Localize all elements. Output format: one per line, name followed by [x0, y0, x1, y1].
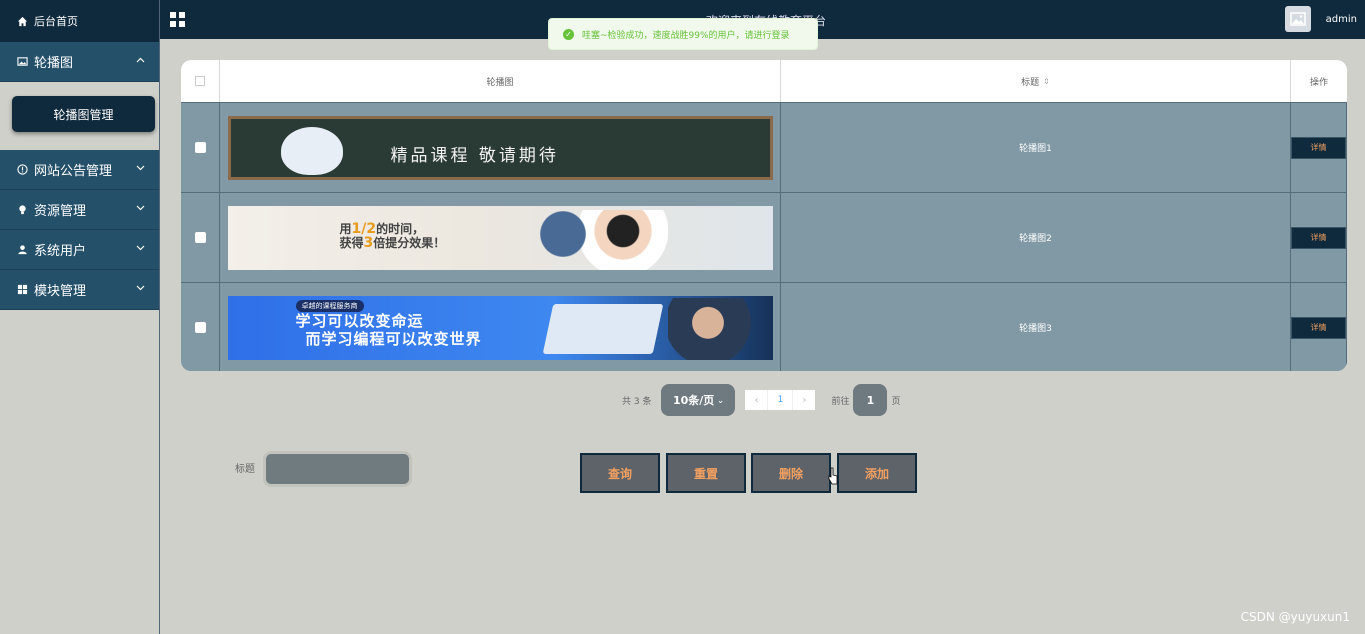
chevron-down-icon: ⌄ — [717, 395, 724, 405]
delete-button[interactable]: 删除 — [751, 453, 831, 493]
goto-label: 前往 — [831, 396, 850, 407]
sidebar: 后台首页 轮播图 轮播图管理 网站公告管理 资源管理 系统用户 模块管理 — [0, 0, 160, 634]
row-select-cell — [181, 103, 220, 192]
chevron-down-icon — [136, 204, 145, 214]
page-size-select[interactable]: 10条/页 ⌄ — [661, 384, 736, 416]
chevron-down-icon — [136, 284, 145, 294]
sidebar-item-home[interactable]: 后台首页 — [0, 0, 159, 42]
lightbulb-icon — [16, 204, 28, 216]
search-label: 标题 — [235, 464, 255, 475]
sidebar-item-resources[interactable]: 资源管理 — [0, 190, 159, 230]
banner-cell: 卓越的课程服务商 学习可以改变命运 而学习编程可以改变世界 — [220, 283, 781, 371]
page-suffix: 页 — [891, 396, 901, 407]
table-row: 卓越的课程服务商 学习可以改变命运 而学习编程可以改变世界 轮播图3 详情 — [181, 282, 1347, 371]
detail-button[interactable]: 详情 — [1291, 226, 1346, 249]
image-placeholder-icon — [1290, 12, 1306, 26]
title-cell: 轮播图2 — [781, 193, 1291, 282]
success-toast: ✓ 哇塞~检验成功，速度战胜99%的用户，请进行登录 — [548, 18, 818, 50]
sidebar-item-label: 资源管理 — [34, 204, 87, 219]
check-circle-icon: ✓ — [563, 28, 574, 40]
banner-text: 精品课程 敬请期待 — [390, 145, 559, 166]
table-row: 精品课程 敬请期待 轮播图1 详情 — [181, 102, 1347, 192]
sidebar-item-label: 后台首页 — [34, 15, 78, 28]
banner-cell: 精品课程 敬请期待 — [220, 103, 781, 192]
banner-illustration — [517, 209, 668, 270]
page-number-current[interactable]: 1 — [767, 390, 794, 410]
banner-image: 卓越的课程服务商 学习可以改变命运 而学习编程可以改变世界 — [227, 295, 773, 360]
page-size-value: 10条/页 — [672, 394, 715, 407]
action-cell: 详情 — [1291, 103, 1347, 192]
pagination: 共 3 条 10条/页 ⌄ ‹ 1 › 前往 1 页 — [622, 384, 900, 416]
sidebar-item-carousel[interactable]: 轮播图 — [0, 42, 159, 82]
reset-button[interactable]: 重置 — [666, 453, 746, 493]
chevron-down-icon — [136, 244, 145, 254]
sidebar-item-label: 网站公告管理 — [34, 164, 113, 179]
grid-icon — [16, 284, 28, 296]
banner-cell: 用1/2的时间， 获得3倍提分效果！ — [220, 193, 781, 282]
image-icon — [16, 56, 28, 68]
action-cell: 详情 — [1291, 193, 1347, 282]
chevron-down-icon — [136, 164, 145, 174]
row-checkbox[interactable] — [194, 142, 206, 153]
detail-button[interactable]: 详情 — [1291, 136, 1346, 159]
banner-image: 用1/2的时间， 获得3倍提分效果！ — [227, 205, 773, 270]
sidebar-item-announcement[interactable]: 网站公告管理 — [0, 150, 159, 190]
select-all-checkbox[interactable] — [195, 76, 205, 86]
header-title-label: 标题 — [1021, 77, 1040, 88]
watermark: CSDN @yuyuxun1 — [1240, 610, 1350, 624]
banner-text: 而学习编程可以改变世界 — [305, 329, 482, 348]
sidebar-subitem-carousel-manage[interactable]: 轮播图管理 — [12, 96, 155, 132]
table-row: 用1/2的时间， 获得3倍提分效果！ 轮播图2 详情 — [181, 192, 1347, 282]
banner-illustration — [280, 126, 343, 175]
header-carousel: 轮播图 — [220, 60, 781, 102]
hand-cursor-icon — [828, 467, 838, 485]
add-button[interactable]: 添加 — [837, 453, 917, 493]
table-header: 轮播图 标题 ⇕ 操作 — [181, 60, 1347, 102]
banner-illustration — [667, 297, 768, 360]
title-cell: 轮播图3 — [781, 283, 1291, 371]
total-count: 共 3 条 — [622, 396, 652, 407]
sidebar-item-label: 轮播图 — [34, 56, 74, 71]
sidebar-item-modules[interactable]: 模块管理 — [0, 270, 159, 310]
page-buttons: ‹ 1 › — [745, 390, 816, 410]
prev-page-button[interactable]: ‹ — [745, 390, 768, 410]
username[interactable]: admin — [1326, 14, 1357, 25]
row-select-cell — [181, 193, 220, 282]
header-title[interactable]: 标题 ⇕ — [781, 60, 1291, 102]
info-circle-icon — [16, 164, 28, 176]
menu-toggle-icon[interactable] — [170, 12, 185, 27]
toast-message: 哇塞~检验成功，速度战胜99%的用户，请进行登录 — [582, 30, 790, 41]
title-search-input[interactable] — [263, 451, 412, 487]
sidebar-item-label: 系统用户 — [34, 244, 87, 259]
banner-illustration — [542, 303, 663, 354]
banner-text: 用1/2的时间， 获得3倍提分效果！ — [340, 222, 446, 250]
header-select-all[interactable] — [181, 60, 220, 102]
banner-text-part: 用 — [339, 221, 352, 236]
row-checkbox[interactable] — [194, 232, 206, 243]
header-action: 操作 — [1309, 77, 1328, 88]
goto-page-input[interactable]: 1 — [853, 384, 888, 416]
banner-text-part: 的时间， — [376, 221, 425, 236]
query-button[interactable]: 查询 — [580, 453, 660, 493]
sort-icon[interactable]: ⇕ — [1043, 77, 1050, 86]
banner-text-part: 获得 — [339, 235, 364, 250]
home-icon — [16, 15, 28, 27]
banner-image: 精品课程 敬请期待 — [227, 115, 773, 180]
row-checkbox[interactable] — [194, 322, 206, 333]
row-select-cell — [181, 283, 220, 371]
submenu-area: 轮播图管理 — [0, 82, 159, 150]
action-cell: 详情 — [1291, 283, 1347, 371]
chevron-up-icon — [136, 56, 145, 66]
banner-text-highlight: 3 — [363, 234, 374, 251]
sidebar-item-label: 模块管理 — [34, 284, 87, 299]
carousel-table: 轮播图 标题 ⇕ 操作 精品课程 敬请期待 轮播图1 详情 用1/2的时间， 获… — [181, 60, 1347, 371]
sidebar-item-system-users[interactable]: 系统用户 — [0, 230, 159, 270]
banner-text-part: 倍提分效果！ — [373, 235, 446, 250]
detail-button[interactable]: 详情 — [1291, 316, 1346, 339]
title-cell: 轮播图1 — [781, 103, 1291, 192]
next-page-button[interactable]: › — [793, 390, 816, 410]
avatar[interactable] — [1285, 6, 1311, 32]
user-icon — [16, 244, 28, 256]
